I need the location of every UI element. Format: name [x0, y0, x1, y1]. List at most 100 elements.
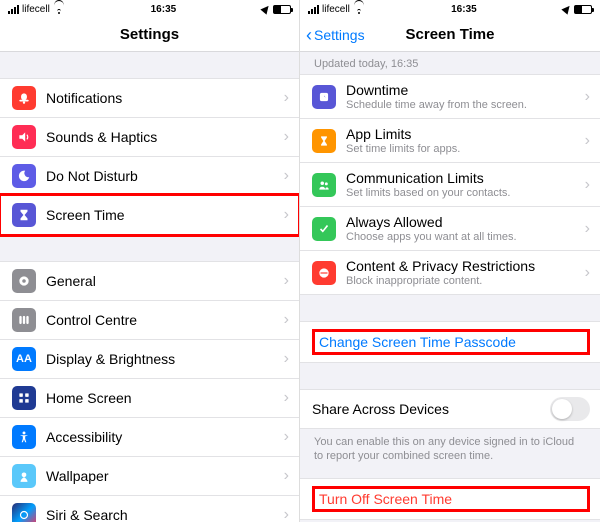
row-app-limits[interactable]: App Limits Set time limits for apps. › [300, 118, 600, 162]
row-notifications[interactable]: Notifications › [0, 78, 299, 117]
row-dnd[interactable]: Do Not Disturb › [0, 156, 299, 195]
row-title: Share Across Devices [312, 401, 550, 417]
location-icon [561, 3, 572, 14]
row-control-centre[interactable]: Control Centre › [0, 300, 299, 339]
row-subtitle: Set limits based on your contacts. [346, 187, 585, 199]
row-siri[interactable]: Siri & Search › [0, 495, 299, 522]
row-label: Accessibility [46, 429, 284, 445]
chevron-right-icon: › [284, 128, 289, 146]
updated-label: Updated today, 16:35 [300, 52, 600, 74]
hourglass-icon [12, 203, 36, 227]
settings-screen: lifecell 16:35 Settings Notifications › … [0, 0, 300, 522]
toggle-switch[interactable] [550, 397, 590, 421]
nav-title: Screen Time [406, 26, 495, 43]
siri-icon [12, 503, 36, 522]
row-general[interactable]: General › [0, 261, 299, 300]
chevron-right-icon: › [585, 176, 590, 194]
row-accessibility[interactable]: Accessibility › [0, 417, 299, 456]
chevron-right-icon: › [585, 132, 590, 150]
chevron-right-icon: › [284, 89, 289, 107]
row-title: Turn Off Screen Time [319, 491, 452, 507]
no-entry-icon [312, 261, 336, 285]
chevron-right-icon: › [284, 206, 289, 224]
sliders-icon [12, 308, 36, 332]
chevron-right-icon: › [284, 350, 289, 368]
row-title: Communication Limits [346, 170, 585, 186]
status-bar: lifecell 16:35 [300, 0, 600, 18]
row-subtitle: Block inappropriate content. [346, 275, 585, 287]
row-label: Siri & Search [46, 507, 284, 522]
row-label: Notifications [46, 90, 284, 106]
row-content-privacy[interactable]: Content & Privacy Restrictions Block ina… [300, 250, 600, 295]
chevron-right-icon: › [284, 272, 289, 290]
chevron-right-icon: › [284, 389, 289, 407]
row-home-screen[interactable]: Home Screen › [0, 378, 299, 417]
row-title: Always Allowed [346, 214, 585, 230]
row-turn-off-screen-time[interactable]: Turn Off Screen Time [300, 478, 600, 520]
wifi-icon [353, 5, 365, 14]
settings-list[interactable]: Notifications › Sounds & Haptics › Do No… [0, 52, 299, 522]
location-icon [260, 3, 271, 14]
downtime-icon [312, 85, 336, 109]
back-label: Settings [314, 27, 365, 43]
row-label: General [46, 273, 284, 289]
row-label: Sounds & Haptics [46, 129, 284, 145]
row-subtitle: Set time limits for apps. [346, 143, 585, 155]
row-display[interactable]: AA Display & Brightness › [0, 339, 299, 378]
gear-icon [12, 269, 36, 293]
row-title: Change Screen Time Passcode [319, 334, 516, 350]
status-bar: lifecell 16:35 [0, 0, 299, 18]
cell-signal-icon [308, 5, 319, 14]
back-button[interactable]: ‹ Settings [306, 27, 365, 43]
row-title: Downtime [346, 82, 585, 98]
wifi-icon [53, 5, 65, 14]
carrier-label: lifecell [22, 4, 50, 15]
people-icon [312, 173, 336, 197]
chevron-right-icon: › [284, 506, 289, 522]
chevron-right-icon: › [284, 428, 289, 446]
row-title: App Limits [346, 126, 585, 142]
row-wallpaper[interactable]: Wallpaper › [0, 456, 299, 495]
carrier-label: lifecell [322, 4, 350, 15]
row-subtitle: Choose apps you want at all times. [346, 231, 585, 243]
status-time: 16:35 [151, 4, 177, 15]
nav-bar: Settings [0, 18, 299, 52]
chevron-right-icon: › [284, 467, 289, 485]
cell-signal-icon [8, 5, 19, 14]
row-label: Control Centre [46, 312, 284, 328]
battery-icon [273, 5, 291, 14]
grid-icon [12, 386, 36, 410]
battery-icon [574, 5, 592, 14]
row-label: Display & Brightness [46, 351, 284, 367]
moon-icon [12, 164, 36, 188]
screen-time-screen: lifecell 16:35 ‹ Settings Screen Time Up… [300, 0, 600, 522]
checkmark-icon [312, 217, 336, 241]
share-footer: You can enable this on any device signed… [300, 429, 600, 478]
nav-bar: ‹ Settings Screen Time [300, 18, 600, 52]
chevron-right-icon: › [585, 88, 590, 106]
row-change-passcode[interactable]: Change Screen Time Passcode [300, 321, 600, 363]
row-always-allowed[interactable]: Always Allowed Choose apps you want at a… [300, 206, 600, 250]
speaker-icon [12, 125, 36, 149]
nav-title: Settings [120, 26, 179, 43]
hourglass-icon [312, 129, 336, 153]
row-subtitle: Schedule time away from the screen. [346, 99, 585, 111]
row-screen-time[interactable]: Screen Time › [0, 195, 299, 235]
row-downtime[interactable]: Downtime Schedule time away from the scr… [300, 74, 600, 118]
text-size-icon: AA [12, 347, 36, 371]
row-sounds[interactable]: Sounds & Haptics › [0, 117, 299, 156]
row-label: Home Screen [46, 390, 284, 406]
row-title: Content & Privacy Restrictions [346, 258, 585, 274]
bell-icon [12, 86, 36, 110]
row-label: Screen Time [46, 207, 284, 223]
chevron-right-icon: › [284, 167, 289, 185]
screen-time-list[interactable]: Updated today, 16:35 Downtime Schedule t… [300, 52, 600, 522]
row-communication-limits[interactable]: Communication Limits Set limits based on… [300, 162, 600, 206]
accessibility-icon [12, 425, 36, 449]
chevron-right-icon: › [585, 264, 590, 282]
chevron-right-icon: › [585, 220, 590, 238]
row-label: Do Not Disturb [46, 168, 284, 184]
flower-icon [12, 464, 36, 488]
status-time: 16:35 [451, 4, 477, 15]
row-share-across-devices[interactable]: Share Across Devices [300, 389, 600, 429]
